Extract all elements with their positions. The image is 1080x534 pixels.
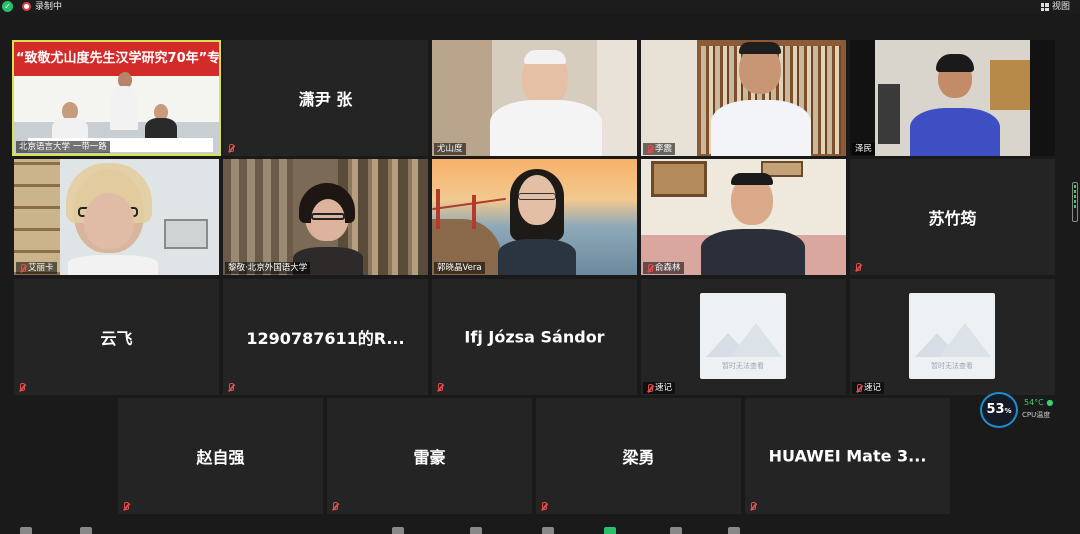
video-feed: [14, 159, 219, 275]
muted-mic-icon: [18, 383, 25, 392]
cpu-usage-widget[interactable]: 53%: [980, 392, 1018, 428]
muted-mic-icon: [749, 502, 756, 511]
share-screen-icon[interactable]: [604, 527, 616, 534]
participant-label: 速记: [852, 382, 885, 394]
video-tile-18[interactable]: HUAWEI Mate 3...: [745, 398, 950, 514]
top-bar: ✓ 录制中 视图: [0, 0, 1080, 14]
participants-icon[interactable]: [470, 527, 482, 534]
video-feed: [641, 40, 846, 156]
video-tile-13[interactable]: 暂时无法查看 速记: [641, 279, 846, 395]
video-tile-17[interactable]: 梁勇: [536, 398, 741, 514]
participant-name: 梁勇: [622, 448, 655, 467]
recording-label: 录制中: [35, 2, 63, 12]
participant-name: 赵自强: [196, 448, 245, 467]
video-tile-16[interactable]: 雷豪: [327, 398, 532, 514]
view-button[interactable]: 视图: [1040, 0, 1070, 14]
muted-mic-icon: [436, 383, 443, 392]
video-feed: [850, 40, 1055, 156]
view-button-label: 视图: [1051, 2, 1070, 12]
bottom-toolbar: [0, 524, 1080, 534]
muted-mic-icon: [227, 144, 234, 153]
participant-name: 潇尹 张: [298, 90, 353, 109]
muted-mic-icon: [227, 383, 234, 392]
apps-icon[interactable]: [728, 527, 740, 534]
banner-text: “致敬尤山度先生汉学研究70年”专: [16, 51, 221, 66]
participant-label: 北京语言大学 一带一路: [16, 141, 110, 153]
grid-view-icon: [1040, 3, 1049, 11]
video-tile-12[interactable]: Ifj Józsa Sándor: [432, 279, 637, 395]
placeholder-text: 暂时无法查看: [931, 362, 973, 370]
video-feed: [223, 159, 428, 275]
muted-mic-icon: [646, 263, 653, 273]
participant-name: Ifj Józsa Sándor: [464, 327, 605, 347]
video-feed: [432, 159, 637, 275]
participant-name: 苏竹筠: [928, 209, 977, 228]
muted-mic-icon: [540, 502, 547, 511]
cpu-temperature-label: CPU温度: [1022, 411, 1051, 419]
chat-icon[interactable]: [542, 527, 554, 534]
video-feed: [641, 159, 846, 275]
muted-mic-icon: [855, 383, 862, 393]
video-tile-11[interactable]: 1290787611的R...: [223, 279, 428, 395]
participant-label: 郭晓晶Vera: [434, 262, 485, 274]
muted-mic-icon: [122, 502, 129, 511]
participant-name: HUAWEI Mate 3...: [768, 446, 927, 466]
participant-name: 雷豪: [413, 448, 446, 467]
muted-mic-icon: [646, 144, 653, 154]
video-tile-5[interactable]: 艾丽卡: [14, 159, 219, 275]
video-tile-3[interactable]: 李震: [641, 40, 846, 156]
cpu-temperature: 54°C ●: [1024, 398, 1054, 407]
participant-label: 尤山度: [434, 143, 466, 155]
muted-mic-icon: [331, 502, 338, 511]
muted-mic-icon: [646, 383, 653, 393]
video-tile-7[interactable]: 郭晓晶Vera: [432, 159, 637, 275]
recording-icon: [22, 2, 31, 11]
image-placeholder-icon: 暂时无法查看: [909, 293, 995, 379]
video-tile-10[interactable]: 云飞: [14, 279, 219, 395]
mute-icon[interactable]: [20, 527, 32, 534]
participant-name: 云飞: [100, 329, 133, 348]
participant-label: 俞森林: [643, 262, 684, 274]
video-feed: “致敬尤山度先生汉学研究70年”专: [14, 42, 219, 154]
placeholder-text: 暂时无法查看: [722, 362, 764, 370]
video-tile-14[interactable]: 暂时无法查看 速记: [850, 279, 1055, 395]
video-tile-6[interactable]: 黎敬·北京外国语大学: [223, 159, 428, 275]
security-shield-icon[interactable]: ✓: [2, 1, 13, 12]
video-tile-9[interactable]: 苏竹筠: [850, 159, 1055, 275]
video-feed: [432, 40, 637, 156]
participant-label: 泽民: [852, 143, 876, 155]
record-icon[interactable]: [670, 527, 682, 534]
cpu-usage-value: 53: [986, 402, 1005, 417]
video-tile-4[interactable]: 泽民: [850, 40, 1055, 156]
audio-icon[interactable]: [392, 527, 404, 534]
participant-name: 1290787611的R...: [246, 329, 405, 348]
video-tile-0[interactable]: “致敬尤山度先生汉学研究70年”专 北京语言大学 一带一路: [12, 40, 221, 156]
video-tile-1[interactable]: 潇尹 张: [223, 40, 428, 156]
cpu-usage-unit: %: [1004, 407, 1012, 415]
video-tile-15[interactable]: 赵自强: [118, 398, 323, 514]
video-tile-8[interactable]: 俞森林: [641, 159, 846, 275]
video-tile-2[interactable]: 尤山度: [432, 40, 637, 156]
participant-label: 李震: [643, 143, 676, 155]
participant-label: 艾丽卡: [16, 262, 57, 274]
participant-label: 黎敬·北京外国语大学: [225, 262, 311, 274]
leaf-icon: ●: [1046, 398, 1054, 407]
participant-label: 速记: [643, 382, 676, 394]
muted-mic-icon: [19, 263, 26, 273]
side-scroll-handle[interactable]: [1072, 182, 1078, 222]
image-placeholder-icon: 暂时无法查看: [700, 293, 786, 379]
muted-mic-icon: [854, 263, 861, 272]
video-off-icon[interactable]: [80, 527, 92, 534]
